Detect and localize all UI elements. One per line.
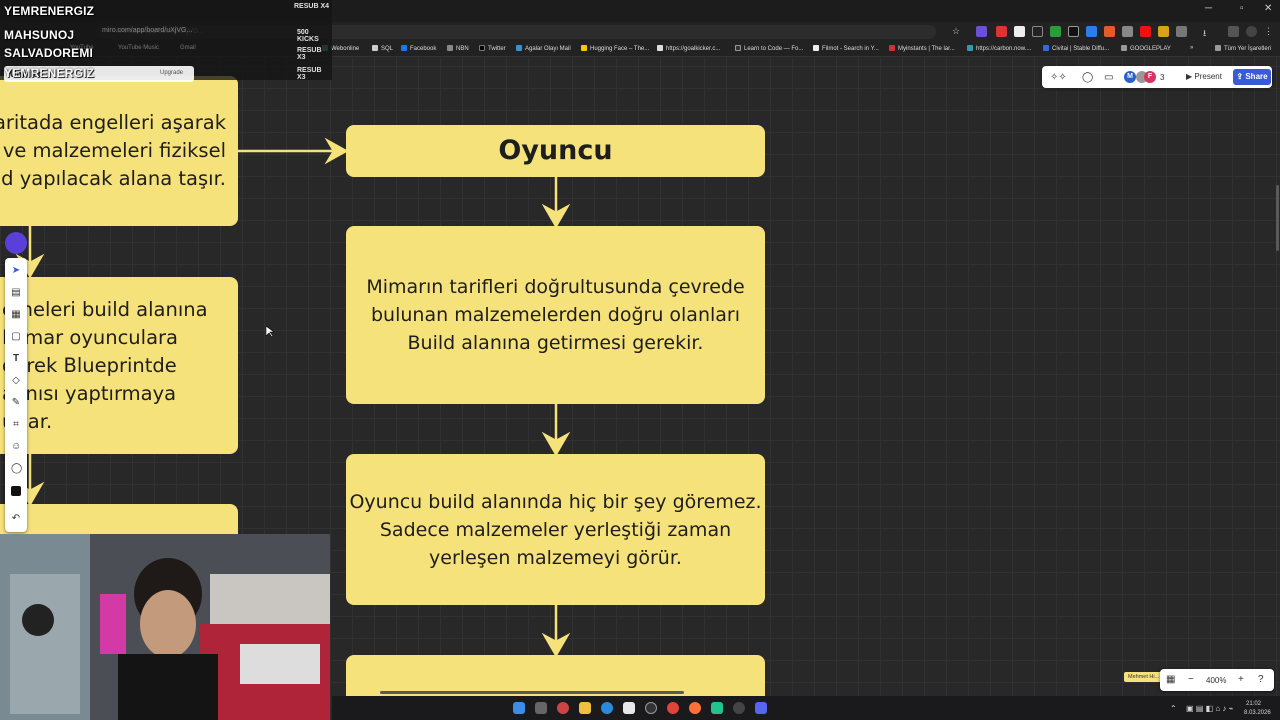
- tool-palette: ➤ ▤ ▦ ▢ T ◇ ✎ ⌗ ☺ ◯ ↶: [5, 258, 27, 532]
- sticky-card[interactable]: emeleri build alanına Mimar oyunculara d…: [0, 277, 238, 454]
- miro-board-screen: ─ ▫ ✕ miro.com/app/board/uXjVG... ☆ ⭳ ⋮ …: [0, 0, 1280, 720]
- chrome-icon[interactable]: [667, 702, 679, 714]
- subscriber-name: MAHSUNOJ: [4, 28, 75, 42]
- firefox-icon[interactable]: [689, 702, 701, 714]
- app-icon[interactable]: [557, 702, 569, 714]
- zoom-out-icon[interactable]: −: [1188, 674, 1194, 685]
- clock-time[interactable]: 21:02: [1246, 701, 1261, 707]
- tray-chevron-icon[interactable]: ⌃: [1170, 704, 1177, 713]
- sticky-card[interactable]: Mimarın tarifleri doğrultusunda çevrede …: [346, 226, 765, 404]
- app-icon[interactable]: [711, 702, 723, 714]
- webcam-feed: [0, 534, 330, 720]
- template-icon[interactable]: ▤: [11, 288, 21, 298]
- discord-icon[interactable]: [755, 702, 767, 714]
- subscriber-tag: RESUB X3: [297, 67, 322, 81]
- store-icon[interactable]: [623, 702, 635, 714]
- webcam-scene: [0, 534, 330, 720]
- card-text: emeleri build alanına Mimar oyunculara d…: [2, 297, 208, 433]
- card-text: Mimarın tarifleri doğrultusunda çevrede …: [366, 276, 745, 354]
- windows-start-icon[interactable]: [513, 702, 525, 714]
- horizontal-scrollbar[interactable]: [380, 691, 684, 694]
- mouse-cursor-icon: [266, 326, 274, 338]
- mini-url: miro.com/app/board/uXjVG...: [102, 27, 193, 34]
- card-text: Oyuncu build alanında hiç bir şey göreme…: [349, 490, 762, 569]
- subscriber-tag: 500 KICKS: [297, 29, 319, 43]
- emoji-icon[interactable]: ☺: [11, 442, 21, 452]
- clock-date[interactable]: 8.03.2026: [1244, 710, 1271, 716]
- card-text: haritada engelleri aşarak ve malzemeleri…: [0, 111, 226, 190]
- map-icon[interactable]: ▦: [1166, 674, 1175, 685]
- zoom-controls: ▦ − 400% + ?: [1160, 669, 1274, 691]
- windows-taskbar: [332, 696, 1280, 720]
- pen-icon[interactable]: ✎: [11, 398, 21, 408]
- subscriber-tag: RESUB X4: [294, 3, 330, 10]
- taskview-icon[interactable]: [535, 702, 547, 714]
- sticky-card[interactable]: haritada engelleri aşarak ve malzemeleri…: [0, 76, 238, 226]
- app-icon[interactable]: [645, 702, 657, 714]
- mini-tab: YouTube Music: [118, 45, 159, 51]
- title-card[interactable]: Oyuncu: [346, 125, 765, 177]
- subscriber-name: YEMRENERGIZ: [4, 66, 95, 80]
- help-icon[interactable]: ?: [1258, 674, 1264, 685]
- file-explorer-icon[interactable]: [579, 702, 591, 714]
- vertical-scrollbar[interactable]: [1276, 185, 1279, 251]
- select-cursor-icon[interactable]: ➤: [11, 266, 21, 276]
- subscriber-name: SALVADOREMI: [4, 46, 94, 60]
- mini-tab: Gmail: [180, 45, 196, 51]
- zoom-level[interactable]: 400%: [1206, 676, 1226, 685]
- table-icon[interactable]: ▦: [11, 310, 21, 320]
- shapes-icon[interactable]: ◇: [11, 376, 21, 386]
- edge-icon[interactable]: [601, 702, 613, 714]
- ai-sparkle-icon[interactable]: [5, 232, 27, 254]
- app-icon[interactable]: [733, 702, 745, 714]
- frame-icon[interactable]: ⌗: [11, 420, 21, 430]
- more-apps-icon[interactable]: [11, 486, 21, 496]
- collaborator-cursor-label: Mehmet Hi...: [1124, 672, 1164, 682]
- undo-icon[interactable]: ↶: [11, 514, 21, 524]
- card-title: Oyuncu: [498, 135, 613, 166]
- upgrade-button[interactable]: Upgrade: [160, 70, 183, 76]
- text-icon[interactable]: T: [11, 354, 21, 364]
- sticky-card[interactable]: Oyuncu build alanında hiç bir şey göreme…: [346, 454, 765, 605]
- subscriber-name: YEMRENERGIZ: [4, 4, 95, 18]
- tray-icons[interactable]: ▣ ▤ ◧ ⌂ ♪ ⌁: [1186, 704, 1233, 713]
- subscriber-tag: RESUB X3: [297, 47, 322, 61]
- comment-icon[interactable]: ◯: [11, 464, 22, 474]
- sticky-note-icon[interactable]: ▢: [11, 332, 21, 342]
- zoom-in-icon[interactable]: +: [1238, 674, 1244, 685]
